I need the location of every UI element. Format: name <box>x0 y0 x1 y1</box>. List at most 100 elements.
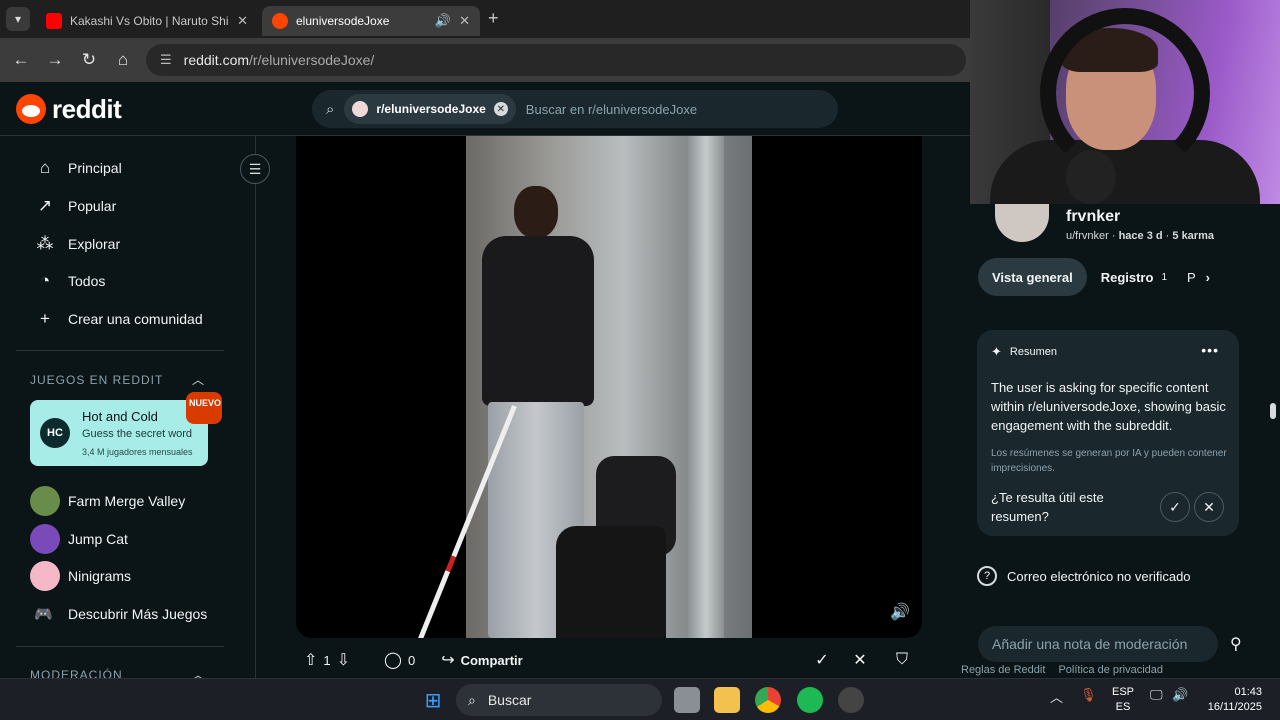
search-bar[interactable]: ⌕ r/eluniversodeJoxe ✕ Buscar en r/eluni… <box>312 90 838 128</box>
mod-note-input[interactable]: Añadir una nota de moderación <box>978 626 1218 662</box>
chip-label: r/eluniversodeJoxe <box>376 102 486 116</box>
tab-search-dropdown[interactable]: ▾ <box>6 7 30 31</box>
remove-button[interactable]: ✕ <box>844 644 876 676</box>
sidebar-item-label: Todos <box>68 273 106 289</box>
subreddit-search-chip[interactable]: r/eluniversodeJoxe ✕ <box>344 94 516 124</box>
address-bar[interactable]: ☰ reddit.com/r/eluniversodeJoxe/ <box>146 44 966 76</box>
sidebar-item-explorar[interactable]: ⁂ Explorar <box>34 232 121 256</box>
webcam-overlay <box>970 0 1280 204</box>
video-player[interactable]: 🔊 <box>296 136 922 638</box>
scrollbar-thumb[interactable] <box>1270 403 1276 419</box>
chevron-right-icon[interactable]: › <box>1206 270 1210 285</box>
games-section-heading[interactable]: JUEGOS EN REDDIT <box>30 373 163 387</box>
pin-icon[interactable]: ⚲ <box>1230 634 1242 654</box>
chrome-icon[interactable] <box>755 687 781 713</box>
mod-shield-button[interactable]: ⛉ <box>886 644 918 676</box>
site-info-icon[interactable]: ☰ <box>160 52 172 68</box>
more-options-icon[interactable]: ••• <box>1201 342 1219 358</box>
helpful-no-button[interactable]: ✕ <box>1194 492 1224 522</box>
divider <box>16 350 224 351</box>
profile-username[interactable]: u/frvnker <box>1066 230 1109 242</box>
search-icon: ⌕ <box>468 691 476 708</box>
reddit-favicon-icon <box>272 13 288 29</box>
sidebar-item-todos[interactable]: ◔ Todos <box>34 269 106 293</box>
vote-group: ⇧ 1 ⇩ <box>296 644 364 676</box>
close-tab-icon[interactable]: ✕ <box>237 13 248 29</box>
post-action-bar: ⇧ 1 ⇩ ◯ 0 ↪ Compartir ✓ ✕ ⛉ <box>296 644 922 676</box>
task-view-icon[interactable] <box>674 687 700 713</box>
back-button[interactable]: ← <box>10 49 32 71</box>
taskbar-search[interactable]: ⌕ Buscar <box>456 684 662 716</box>
language-indicator[interactable]: ESP ES <box>1112 685 1134 715</box>
comment-count: 0 <box>407 652 416 668</box>
sparkle-icon: ✦ <box>991 344 1002 359</box>
explore-icon: ⁂ <box>36 234 54 253</box>
clear-chip-icon[interactable]: ✕ <box>493 102 508 116</box>
footer-privacy-link[interactable]: Política de privacidad <box>1058 664 1163 676</box>
forward-button[interactable]: → <box>44 49 66 71</box>
reload-button[interactable]: ↻ <box>78 49 100 71</box>
game-subtitle: Guess the secret word <box>82 428 193 440</box>
game-item-ninigrams[interactable]: Ninigrams <box>30 561 131 591</box>
network-icon[interactable]: 🖵 <box>1150 687 1163 703</box>
app-icon[interactable] <box>838 687 864 713</box>
footer-rules-link[interactable]: Reglas de Reddit <box>961 664 1045 676</box>
game-label: Farm Merge Valley <box>68 493 186 509</box>
sidebar-item-label: Crear una comunidad <box>68 311 203 327</box>
profile-display-name[interactable]: frvnker <box>1066 208 1120 226</box>
share-icon: ↪ <box>441 652 455 669</box>
downvote-icon[interactable]: ⇩ <box>337 650 350 670</box>
upvote-icon[interactable]: ⇧ <box>304 650 317 670</box>
tab-reddit[interactable]: eluniversodeJoxe 🔊 ✕ <box>262 6 480 36</box>
microphone-icon[interactable]: 🎙 <box>1080 687 1097 703</box>
check-icon: ✓ <box>1169 498 1181 515</box>
volume-icon[interactable]: 🔊 <box>1172 687 1188 703</box>
search-input[interactable]: Buscar en r/eluniversodeJoxe <box>526 102 697 117</box>
summary-title: Resumen <box>1009 346 1057 358</box>
helpful-yes-button[interactable]: ✓ <box>1160 492 1190 522</box>
sidebar-item-popular[interactable]: ↗ Popular <box>34 194 116 218</box>
file-explorer-icon[interactable] <box>714 687 740 713</box>
sidebar-item-label: Explorar <box>68 236 121 252</box>
game-label: Ninigrams <box>68 568 132 584</box>
sidebar-item-principal[interactable]: ⌂ Principal <box>34 156 122 180</box>
share-button[interactable]: ↪ Compartir <box>433 644 531 676</box>
featured-game-card[interactable]: HC Hot and Cold Guess the secret word 3,… <box>30 400 208 466</box>
tab-vista-general[interactable]: Vista general <box>978 258 1087 296</box>
game-item-descubrir[interactable]: 🎮 Descubrir Más Juegos <box>34 599 207 629</box>
footer-links: Reglas de Reddit Política de privacidad <box>961 664 1173 676</box>
comments-button[interactable]: ◯ 0 <box>376 644 423 676</box>
new-tab-button[interactable]: + <box>488 8 499 29</box>
url-domain: reddit.com <box>183 52 250 68</box>
system-clock[interactable]: 01:43 16/11/2025 <box>1196 685 1262 715</box>
game-item-farm-merge-valley[interactable]: Farm Merge Valley <box>30 486 185 516</box>
sidebar-item-crear-comunidad[interactable]: + Crear una comunidad <box>34 307 203 331</box>
chevron-up-icon[interactable]: ︿ <box>192 666 204 678</box>
profile-tabs: Vista general Registro 1 P › <box>978 258 1216 296</box>
tab-registro[interactable]: Registro 1 <box>1087 258 1181 296</box>
close-tab-icon[interactable]: ✕ <box>459 13 470 29</box>
tab-more[interactable]: P › <box>1181 258 1216 296</box>
game-label: Descubrir Más Juegos <box>68 606 208 622</box>
popular-icon: ↗ <box>37 196 53 215</box>
chevron-up-icon[interactable]: ︿ <box>192 371 204 388</box>
tab-count: 1 <box>1161 271 1167 283</box>
moderation-section-heading[interactable]: MODERACIÓN <box>30 668 123 678</box>
game-item-jump-cat[interactable]: Jump Cat <box>30 524 128 554</box>
reddit-logo-text[interactable]: reddit <box>52 94 122 125</box>
keyboard-layout: ES <box>1115 701 1131 713</box>
home-button[interactable]: ⌂ <box>112 49 134 71</box>
speaker-icon[interactable]: 🔊 <box>435 13 451 29</box>
volume-icon[interactable]: 🔊 <box>890 602 912 624</box>
windows-start-icon[interactable]: ⊞ <box>420 687 446 713</box>
tab-youtube[interactable]: Kakashi Vs Obito | Naruto Shipp ✕ <box>36 6 258 36</box>
spotify-icon[interactable] <box>797 687 823 713</box>
sidebar-collapse-button[interactable]: ☰ <box>240 154 270 184</box>
reddit-logo-icon[interactable] <box>16 94 46 124</box>
approve-button[interactable]: ✓ <box>806 644 838 676</box>
check-icon: ✓ <box>815 652 829 669</box>
chevron-up-icon[interactable]: ︿ <box>1050 687 1063 706</box>
ninigrams-icon <box>30 561 60 591</box>
profile-karma: 5 karma <box>1172 230 1214 242</box>
new-badge: NUEVO <box>186 392 222 424</box>
